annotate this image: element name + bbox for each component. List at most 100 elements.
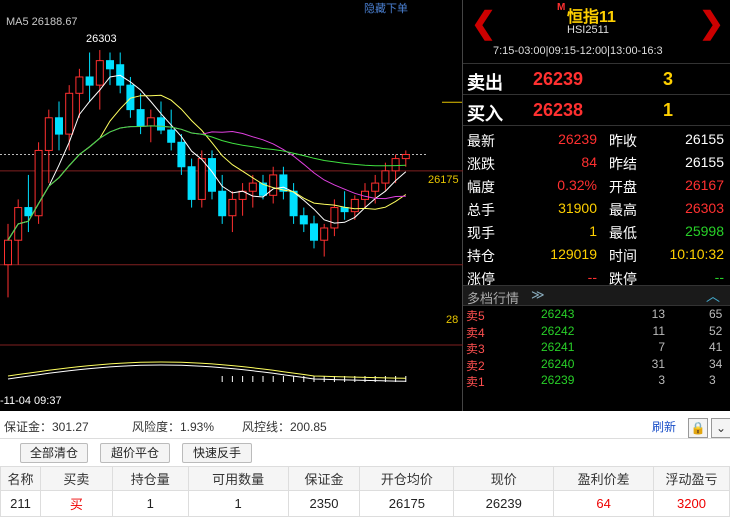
- main-contract-badge: M: [557, 2, 566, 13]
- candle-body: [371, 182, 380, 192]
- depth-row[interactable]: 卖3 26241 7 41: [463, 339, 730, 356]
- close-all-button[interactable]: 全部清仓: [20, 443, 88, 463]
- candle-body: [167, 129, 176, 143]
- stat-value: 129019: [550, 246, 597, 262]
- stat-key: 昨收: [609, 133, 637, 149]
- candle-body: [340, 207, 349, 213]
- stat-value: 25998: [685, 223, 724, 239]
- depth-cum-qty: 34: [709, 356, 723, 371]
- table-header: 名称 买卖 持仓量 可用数量 保证金 开仓均价 现价 盈利价差 浮动盈亏: [0, 466, 730, 491]
- col-header[interactable]: 保证金: [287, 466, 361, 491]
- chevron-up-icon[interactable]: ︿: [706, 286, 720, 306]
- stats-grid: 最新 26239 昨收 26155 涨跌 84 昨结 26155 幅度 0.32…: [463, 126, 730, 287]
- col-header[interactable]: 浮动盈亏: [653, 466, 730, 491]
- last-price-label: 26175: [428, 174, 459, 186]
- col-header[interactable]: 盈利价差: [553, 466, 655, 491]
- candle-body: [75, 76, 84, 94]
- quick-reverse-button[interactable]: 快速反手: [182, 443, 252, 463]
- depth-cum-qty: 52: [709, 323, 723, 338]
- depth-price: 26241: [541, 340, 575, 354]
- depth-qty: 7: [658, 340, 665, 354]
- candle-body: [95, 60, 104, 86]
- order-panel: 保证金：301.27 风险度：1.93% 风控线：200.85 刷新 🔒 ⌄ 全…: [0, 411, 730, 528]
- stat-value: --: [587, 269, 597, 285]
- depth-cum-qty: 41: [709, 340, 723, 354]
- stats-row: 持仓 129019 时间 10:10:32: [463, 243, 730, 266]
- stat-value: 26239: [558, 131, 597, 147]
- bid-row[interactable]: 买入 26238 1: [463, 95, 730, 126]
- candle-body: [44, 117, 53, 151]
- next-contract-icon[interactable]: ❯: [699, 6, 724, 41]
- stat-value: 1: [589, 223, 597, 239]
- stat-key: 涨跌: [467, 156, 495, 172]
- refresh-link[interactable]: 刷新: [652, 418, 676, 435]
- candle-body: [4, 239, 12, 266]
- stat-key: 现手: [467, 225, 495, 241]
- hide-order-link[interactable]: 隐藏下单: [364, 0, 408, 16]
- candle-body: [197, 158, 206, 200]
- position-table: 名称 买卖 持仓量 可用数量 保证金 开仓均价 现价 盈利价差 浮动盈亏 211…: [0, 466, 730, 517]
- stat-key: 持仓: [467, 248, 495, 264]
- quick-actions: 全部清仓 超价平仓 快速反手: [0, 441, 730, 465]
- depth-row[interactable]: 卖2 26240 31 34: [463, 356, 730, 373]
- ask-qty: 3: [663, 69, 674, 89]
- bid-label: 买入: [467, 104, 503, 124]
- depth-level: 卖3: [466, 342, 485, 356]
- candle-body: [401, 154, 410, 160]
- macd-line: [7, 361, 406, 379]
- candle-body: [350, 198, 359, 213]
- prev-contract-icon[interactable]: ❮: [471, 6, 496, 41]
- stat-value: 26167: [685, 177, 724, 193]
- depth-qty: 3: [658, 373, 665, 387]
- depth-cum-qty: 3: [709, 373, 716, 387]
- candle-body: [289, 190, 298, 217]
- stat-value: 0.32%: [557, 177, 597, 193]
- col-header[interactable]: 持仓量: [111, 466, 189, 491]
- depth-level: 卖1: [466, 375, 485, 389]
- candle-body: [24, 207, 33, 217]
- cell-margin: 2350: [287, 490, 361, 517]
- col-header[interactable]: 买卖: [39, 466, 113, 491]
- col-header[interactable]: 可用数量: [187, 466, 289, 491]
- depth-header[interactable]: 多档行情 ≫ ︿: [463, 286, 730, 306]
- super-close-button[interactable]: 超价平仓: [100, 443, 170, 463]
- cell-position: 1: [111, 490, 189, 517]
- col-header[interactable]: 现价: [453, 466, 555, 491]
- lock-icon[interactable]: 🔒: [688, 418, 708, 438]
- col-header[interactable]: 名称: [0, 466, 41, 491]
- stats-row: 现手 1 最低 25998: [463, 220, 730, 243]
- cell-pnl: 3200: [653, 490, 730, 517]
- chevron-down-icon[interactable]: ⌄: [711, 418, 730, 438]
- stat-value: 26155: [685, 154, 724, 170]
- kline-chart[interactable]: MA5 26188.67 隐藏下单 26303 26175 28 -11-04 …: [0, 0, 463, 411]
- double-chevron-down-icon[interactable]: ≫: [531, 287, 545, 303]
- depth-cum-qty: 65: [709, 307, 723, 321]
- depth-price: 26240: [541, 356, 575, 371]
- candle-body: [136, 109, 145, 127]
- axis-label: 28: [446, 314, 459, 326]
- depth-row[interactable]: 卖4 26242 11 52: [463, 323, 730, 340]
- col-header[interactable]: 开仓均价: [359, 466, 455, 491]
- stat-value: 31900: [558, 200, 597, 216]
- table-row[interactable]: 211 买 1 1 2350 26175 26239 64 3200: [0, 490, 730, 517]
- stat-key: 总手: [467, 202, 495, 218]
- candle-body: [106, 60, 114, 70]
- risk-text: 风险度：1.93%: [132, 420, 215, 434]
- depth-row[interactable]: 卖5 26243 13 65: [463, 306, 730, 323]
- ma20-line: [7, 125, 406, 241]
- candle-body: [320, 227, 329, 241]
- candle-body: [65, 92, 74, 135]
- margin-text: 保证金：301.27: [4, 420, 89, 434]
- stat-value: --: [714, 269, 724, 285]
- peak-price-label: 26303: [86, 33, 117, 45]
- candle-body: [55, 117, 63, 135]
- stat-key: 开盘: [609, 179, 637, 195]
- time-axis-label: -11-04 09:37: [0, 395, 62, 407]
- stats-row: 幅度 0.32% 开盘 26167: [463, 174, 730, 197]
- candle-body: [146, 117, 155, 127]
- cell-name: 211: [0, 490, 41, 517]
- kline-canvas[interactable]: [0, 0, 463, 411]
- ask-row[interactable]: 卖出 26239 3: [463, 64, 730, 95]
- depth-row[interactable]: 卖1 26239 3 3: [463, 372, 730, 389]
- bid-price: 26238: [533, 100, 584, 120]
